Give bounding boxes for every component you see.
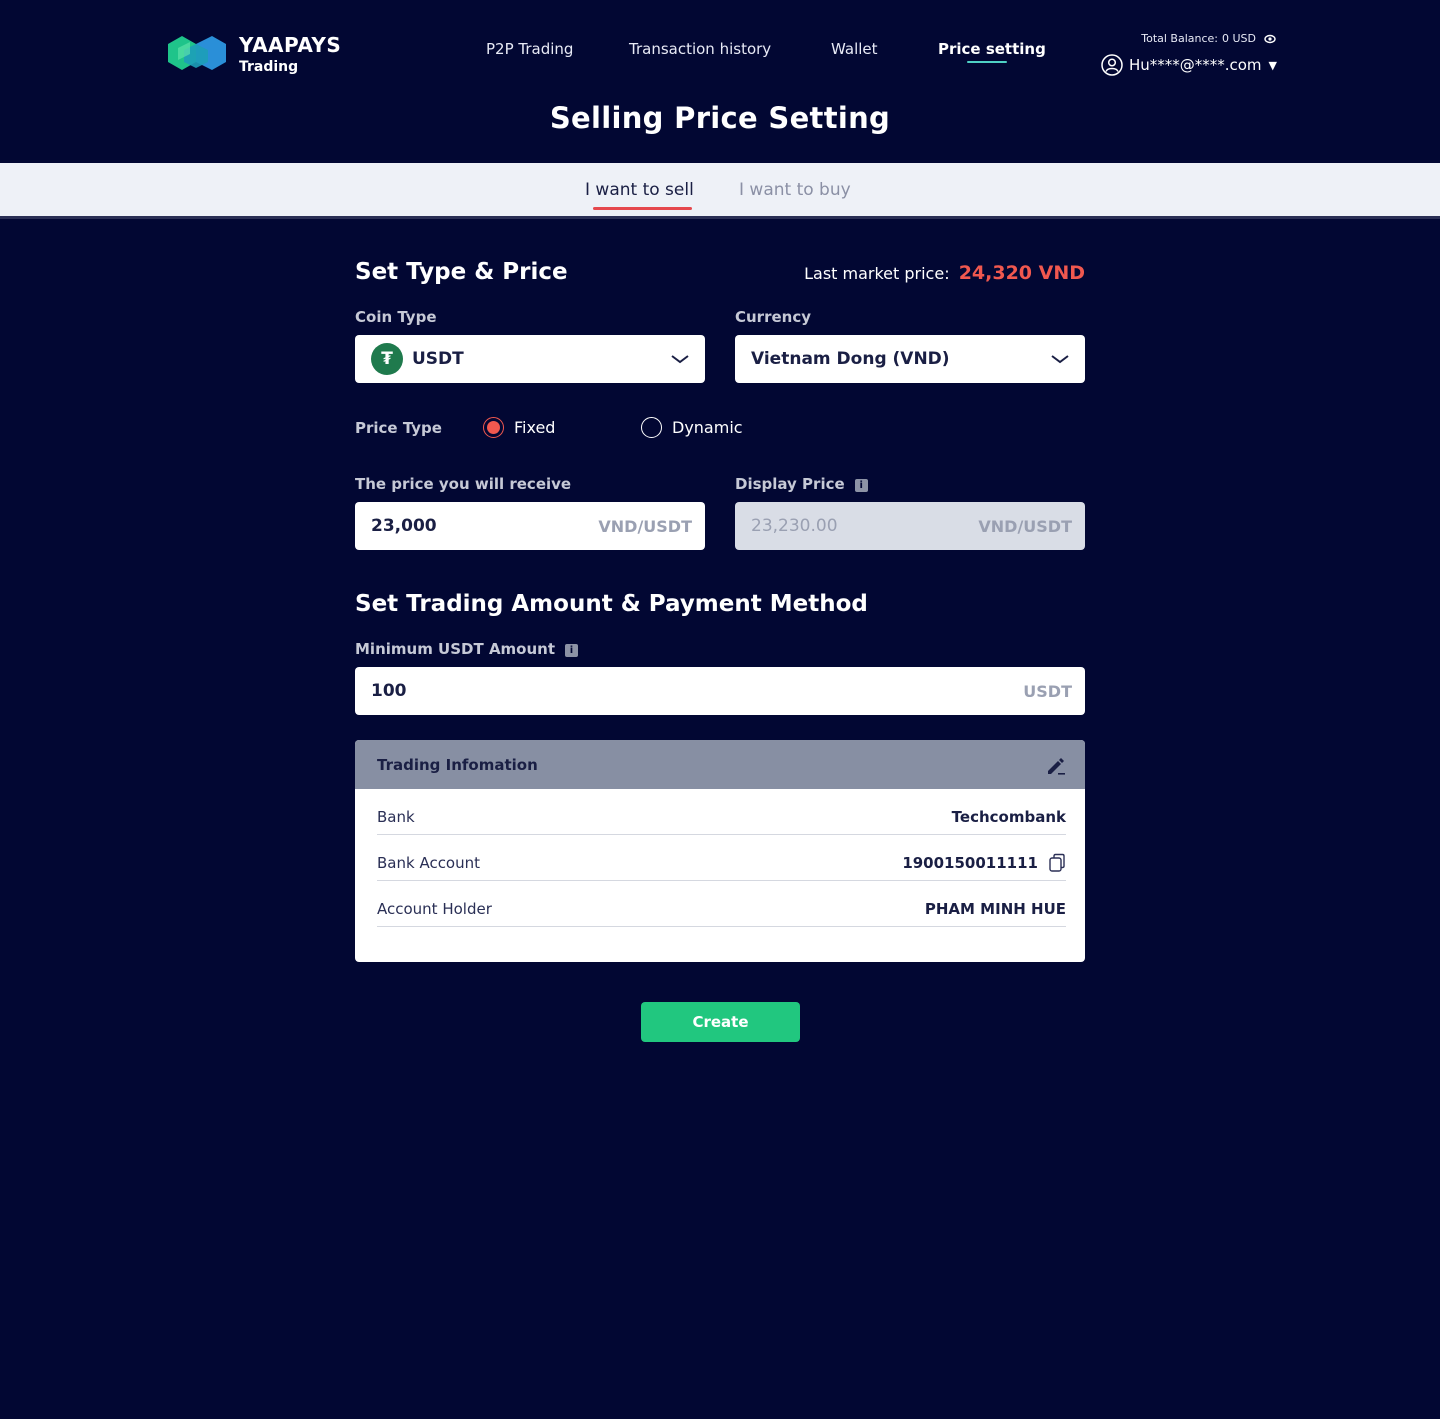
receive-price-unit: VND/USDT bbox=[598, 516, 692, 536]
trading-info-rows: Bank Techcombank Bank Account 1900150011… bbox=[355, 789, 1085, 927]
radio-checked-icon bbox=[483, 417, 504, 438]
trade-direction-tabs: I want to sell I want to buy bbox=[0, 163, 1440, 219]
trading-info-row-holder: Account Holder PHAM MINH HUE bbox=[377, 881, 1066, 927]
min-amount-label: Minimum USDT Amount i bbox=[355, 640, 579, 658]
display-price-value: 23,230.00 bbox=[751, 516, 838, 536]
balance-label: Total Balance: bbox=[1141, 32, 1218, 45]
coin-type-value: USDT bbox=[412, 349, 464, 369]
user-icon bbox=[1101, 54, 1123, 76]
currency-select[interactable]: Vietnam Dong (VND) bbox=[735, 335, 1085, 383]
tab-sell-label: I want to sell bbox=[585, 180, 694, 200]
bank-account-value-wrap: 1900150011111 bbox=[902, 853, 1066, 873]
coin-type-label: Coin Type bbox=[355, 308, 437, 326]
page-title: Selling Price Setting bbox=[549, 101, 891, 135]
page: YAAPAYS Trading P2P Trading Transaction … bbox=[0, 0, 1440, 1419]
display-price-input: 23,230.00 VND/USDT bbox=[735, 502, 1085, 550]
nav-active-indicator bbox=[967, 61, 1007, 63]
min-amount-value: 100 bbox=[371, 681, 407, 701]
brand-subtitle: Trading bbox=[239, 58, 299, 75]
display-price-label: Display Price i bbox=[735, 475, 868, 493]
market-price-label: Last market price: bbox=[804, 264, 950, 283]
bank-account-key: Bank Account bbox=[377, 853, 481, 872]
radio-unchecked-icon bbox=[641, 417, 662, 438]
currency-label: Currency bbox=[735, 308, 812, 326]
trading-info-row-bank: Bank Techcombank bbox=[377, 789, 1066, 835]
tether-icon: ₮ bbox=[371, 343, 403, 375]
price-type-label: Price Type bbox=[355, 419, 442, 437]
chevron-down-icon bbox=[1051, 355, 1069, 364]
nav-p2p-trading[interactable]: P2P Trading bbox=[486, 40, 573, 58]
tab-buy[interactable]: I want to buy bbox=[739, 180, 851, 200]
info-icon[interactable]: i bbox=[565, 644, 579, 657]
eye-icon[interactable] bbox=[1264, 33, 1276, 45]
chevron-down-icon bbox=[671, 355, 689, 364]
market-price-value: 24,320 VND bbox=[958, 262, 1085, 284]
trading-info-card: Trading Infomation Bank Techcombank Bank… bbox=[355, 740, 1085, 962]
copy-icon[interactable] bbox=[1048, 853, 1066, 873]
create-button[interactable]: Create bbox=[641, 1002, 800, 1042]
price-type-fixed-radio[interactable]: Fixed bbox=[483, 417, 555, 438]
trading-info-title: Trading Infomation bbox=[377, 755, 538, 774]
tab-sell[interactable]: I want to sell bbox=[585, 180, 694, 210]
receive-price-label: The price you will receive bbox=[355, 475, 572, 493]
edit-icon[interactable] bbox=[1045, 754, 1067, 776]
section-title-type-price: Set Type & Price bbox=[355, 259, 568, 285]
last-market-price: Last market price: 24,320 VND bbox=[804, 262, 1085, 284]
receive-price-value: 23,000 bbox=[371, 516, 437, 536]
user-email: Hu****@****.com bbox=[1128, 56, 1262, 74]
min-amount-label-text: Minimum USDT Amount bbox=[355, 640, 556, 658]
display-price-label-text: Display Price bbox=[735, 475, 845, 493]
bank-value: Techcombank bbox=[951, 807, 1066, 826]
nav-wallet[interactable]: Wallet bbox=[831, 40, 878, 58]
display-price-unit: VND/USDT bbox=[978, 516, 1072, 536]
brand-name: YAAPAYS bbox=[239, 32, 342, 57]
trading-info-header: Trading Infomation bbox=[355, 740, 1085, 789]
total-balance: Total Balance: 0 USD bbox=[1141, 32, 1276, 45]
nav-price-setting[interactable]: Price setting bbox=[938, 40, 1046, 63]
account-holder-key: Account Holder bbox=[377, 899, 492, 918]
nav-price-setting-label: Price setting bbox=[938, 40, 1046, 58]
receive-price-input[interactable]: 23,000 VND/USDT bbox=[355, 502, 705, 550]
min-amount-input[interactable]: 100 USDT bbox=[355, 667, 1085, 715]
bank-key: Bank bbox=[377, 807, 415, 826]
price-type-fixed-label: Fixed bbox=[514, 418, 556, 437]
coin-type-select[interactable]: ₮ USDT bbox=[355, 335, 705, 383]
tab-active-indicator bbox=[593, 207, 692, 210]
nav-transaction-history[interactable]: Transaction history bbox=[629, 40, 771, 58]
trading-info-row-account: Bank Account 1900150011111 bbox=[377, 835, 1066, 881]
info-icon[interactable]: i bbox=[854, 479, 868, 492]
brand-logo[interactable]: YAAPAYS Trading bbox=[168, 34, 341, 74]
user-menu[interactable]: Hu****@****.com ▼ bbox=[1101, 54, 1277, 76]
section-title-amount-payment: Set Trading Amount & Payment Method bbox=[355, 591, 868, 617]
currency-value: Vietnam Dong (VND) bbox=[751, 349, 950, 369]
yaapays-logo-icon bbox=[168, 36, 226, 70]
balance-value: 0 USD bbox=[1222, 32, 1256, 45]
caret-down-icon: ▼ bbox=[1268, 58, 1277, 72]
min-amount-unit: USDT bbox=[1023, 681, 1072, 701]
account-holder-value: PHAM MINH HUE bbox=[924, 899, 1066, 918]
bank-account-value: 1900150011111 bbox=[902, 853, 1038, 872]
price-type-dynamic-label: Dynamic bbox=[672, 418, 743, 437]
price-type-dynamic-radio[interactable]: Dynamic bbox=[641, 417, 743, 438]
